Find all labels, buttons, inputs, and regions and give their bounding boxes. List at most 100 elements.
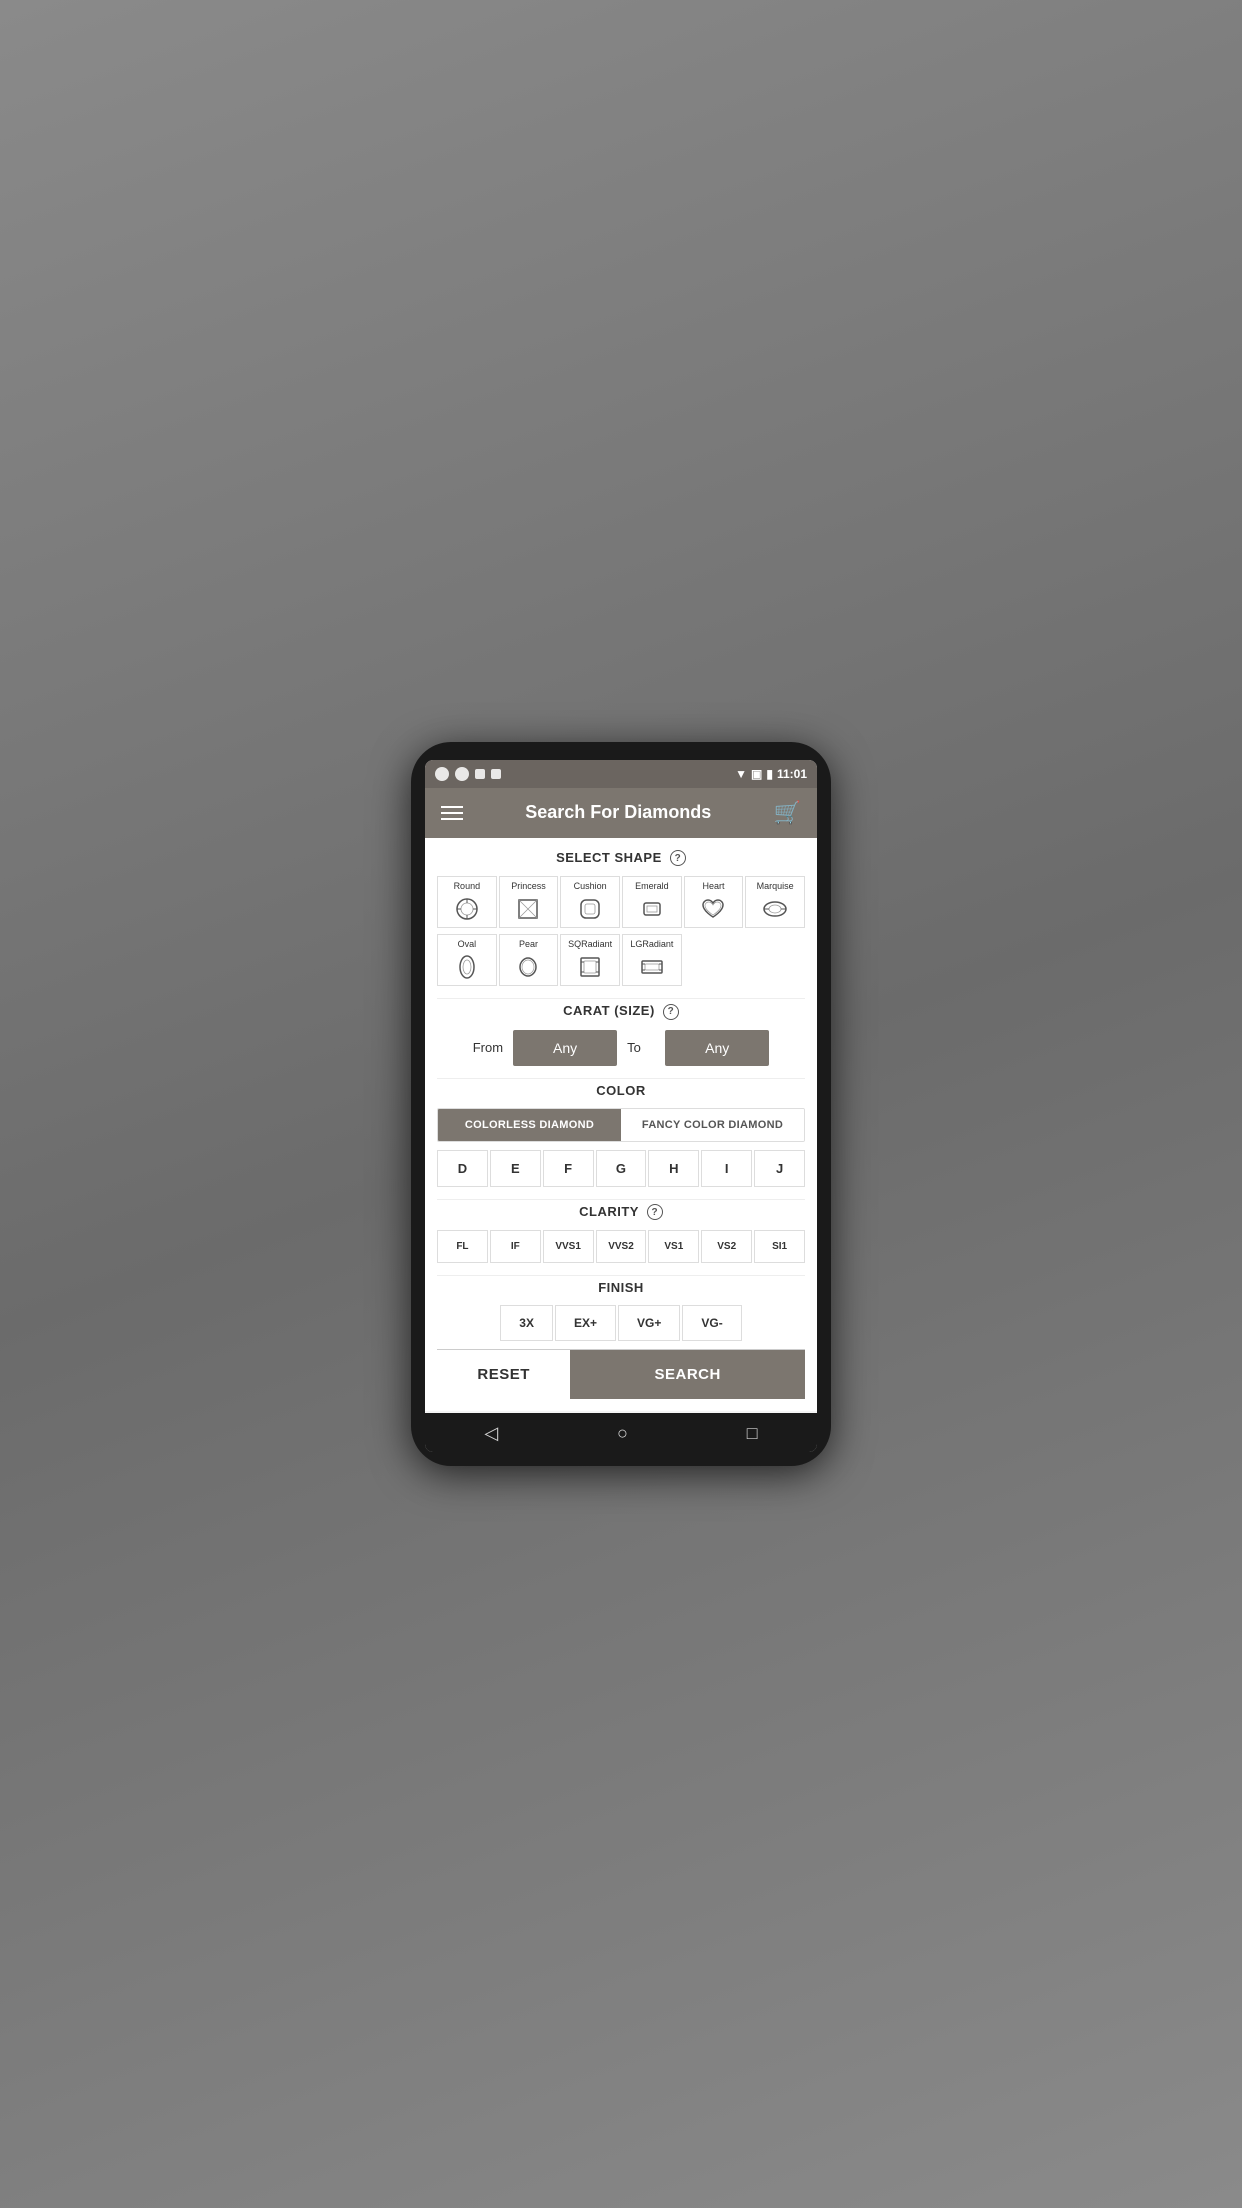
shape-oval-label: Oval xyxy=(458,939,477,949)
signal-icon: ▣ xyxy=(751,767,762,781)
battery-icon: ▮ xyxy=(766,767,773,781)
carat-section-title: CARAT (SIZE) ? xyxy=(437,1003,805,1020)
clarity-section-title: CLARITY ? xyxy=(437,1204,805,1221)
shape-cushion[interactable]: Cushion xyxy=(560,876,620,928)
finish-section: FINISH 3X EX+ VG+ VG- xyxy=(437,1280,805,1341)
shape-round-label: Round xyxy=(454,881,481,891)
carat-to-button[interactable]: Any xyxy=(665,1030,769,1066)
color-section-title: COLOR xyxy=(437,1083,805,1098)
shape-heart-label: Heart xyxy=(702,881,724,891)
clarity-section: CLARITY ? FL IF VVS1 VVS2 VS1 VS2 SI1 xyxy=(437,1204,805,1264)
shape-princess[interactable]: Princess xyxy=(499,876,559,928)
finish-section-title: FINISH xyxy=(437,1280,805,1295)
shape-pear-label: Pear xyxy=(519,939,538,949)
color-btn-J[interactable]: J xyxy=(754,1150,805,1187)
clarity-btn-VVS2[interactable]: VVS2 xyxy=(596,1230,647,1263)
shape-round[interactable]: Round xyxy=(437,876,497,928)
menu-button[interactable] xyxy=(441,806,463,820)
finish-btn-VG-[interactable]: VG- xyxy=(682,1305,741,1341)
shape-empty-1 xyxy=(684,934,744,986)
shape-heart-icon xyxy=(699,895,727,923)
shape-help-icon[interactable]: ? xyxy=(670,850,686,866)
clarity-btn-SI1[interactable]: SI1 xyxy=(754,1230,805,1263)
notification-icon-2 xyxy=(455,767,469,781)
carat-section: CARAT (SIZE) ? From Any To Any xyxy=(437,1003,805,1066)
nav-recent-button[interactable]: □ xyxy=(747,1423,758,1444)
shape-empty-2 xyxy=(745,934,805,986)
shape-lgradiant-icon xyxy=(638,953,666,981)
divider-1 xyxy=(437,998,805,999)
shape-grid-row1: Round Princess xyxy=(437,876,805,928)
shape-lgradiant-label: LGRadiant xyxy=(630,939,673,949)
shape-princess-label: Princess xyxy=(511,881,546,891)
shape-emerald[interactable]: Emerald xyxy=(622,876,682,928)
reset-button[interactable]: RESET xyxy=(437,1350,570,1399)
shape-section: SELECT SHAPE ? Round xyxy=(437,850,805,987)
finish-btn-EX+[interactable]: EX+ xyxy=(555,1305,616,1341)
notification-icon-4 xyxy=(491,769,501,779)
shape-sqradiant-icon xyxy=(576,953,604,981)
status-icons-left xyxy=(435,767,501,781)
shape-emerald-label: Emerald xyxy=(635,881,669,891)
notification-icon-3 xyxy=(475,769,485,779)
clarity-help-icon[interactable]: ? xyxy=(647,1204,663,1220)
color-btn-G[interactable]: G xyxy=(596,1150,647,1187)
carat-help-icon[interactable]: ? xyxy=(663,1004,679,1020)
divider-2 xyxy=(437,1078,805,1079)
color-tab-fancy[interactable]: FANCY COLOR DIAMOND xyxy=(621,1109,804,1141)
carat-row: From Any To Any xyxy=(437,1030,805,1066)
shape-pear-icon xyxy=(514,953,542,981)
clarity-btn-VVS1[interactable]: VVS1 xyxy=(543,1230,594,1263)
hamburger-line-3 xyxy=(441,818,463,820)
color-btn-I[interactable]: I xyxy=(701,1150,752,1187)
finish-btn-3X[interactable]: 3X xyxy=(500,1305,553,1341)
color-btn-H[interactable]: H xyxy=(648,1150,699,1187)
search-button[interactable]: SEARCH xyxy=(570,1350,805,1399)
shape-pear[interactable]: Pear xyxy=(499,934,559,986)
carat-to-label: To xyxy=(627,1040,655,1055)
finish-btn-VG+[interactable]: VG+ xyxy=(618,1305,680,1341)
divider-4 xyxy=(437,1275,805,1276)
shape-lgradiant[interactable]: LGRadiant xyxy=(622,934,682,986)
divider-3 xyxy=(437,1199,805,1200)
clarity-btn-FL[interactable]: FL xyxy=(437,1230,488,1263)
time-display: 11:01 xyxy=(777,767,807,781)
shape-marquise[interactable]: Marquise xyxy=(745,876,805,928)
color-btn-F[interactable]: F xyxy=(543,1150,594,1187)
color-section: COLOR COLORLESS DIAMOND FANCY COLOR DIAM… xyxy=(437,1083,805,1187)
shape-oval[interactable]: Oval xyxy=(437,934,497,986)
shape-marquise-icon xyxy=(761,895,789,923)
main-content: SELECT SHAPE ? Round xyxy=(425,838,817,1412)
cart-icon[interactable]: 🛒 xyxy=(774,800,801,826)
shape-cushion-label: Cushion xyxy=(574,881,607,891)
shape-princess-icon xyxy=(514,895,542,923)
phone-frame: ▼ ▣ ▮ 11:01 Search For Diamonds 🛒 SELECT… xyxy=(411,742,831,1467)
color-btn-D[interactable]: D xyxy=(437,1150,488,1187)
clarity-btn-VS1[interactable]: VS1 xyxy=(648,1230,699,1263)
shape-marquise-label: Marquise xyxy=(757,881,794,891)
nav-bar: ◁ ○ □ xyxy=(425,1413,817,1452)
status-icons-right: ▼ ▣ ▮ 11:01 xyxy=(735,767,807,781)
wifi-icon: ▼ xyxy=(735,767,747,781)
shape-cushion-icon xyxy=(576,895,604,923)
shape-heart[interactable]: Heart xyxy=(684,876,744,928)
shape-oval-icon xyxy=(453,953,481,981)
carat-from-label: From xyxy=(473,1040,503,1055)
color-btn-E[interactable]: E xyxy=(490,1150,541,1187)
notification-icon-1 xyxy=(435,767,449,781)
clarity-btn-IF[interactable]: IF xyxy=(490,1230,541,1263)
nav-back-button[interactable]: ◁ xyxy=(484,1423,498,1444)
shape-sqradiant-label: SQRadiant xyxy=(568,939,612,949)
shape-section-title: SELECT SHAPE ? xyxy=(437,850,805,867)
phone-screen: ▼ ▣ ▮ 11:01 Search For Diamonds 🛒 SELECT… xyxy=(425,760,817,1453)
shape-sqradiant[interactable]: SQRadiant xyxy=(560,934,620,986)
color-tab-colorless[interactable]: COLORLESS DIAMOND xyxy=(438,1109,621,1141)
hamburger-line-1 xyxy=(441,806,463,808)
clarity-btn-VS2[interactable]: VS2 xyxy=(701,1230,752,1263)
color-tabs: COLORLESS DIAMOND FANCY COLOR DIAMOND xyxy=(437,1108,805,1142)
bottom-action-bar: RESET SEARCH xyxy=(437,1349,805,1399)
app-title: Search For Diamonds xyxy=(525,802,711,823)
app-bar: Search For Diamonds 🛒 xyxy=(425,788,817,838)
carat-from-button[interactable]: Any xyxy=(513,1030,617,1066)
nav-home-button[interactable]: ○ xyxy=(617,1423,628,1444)
